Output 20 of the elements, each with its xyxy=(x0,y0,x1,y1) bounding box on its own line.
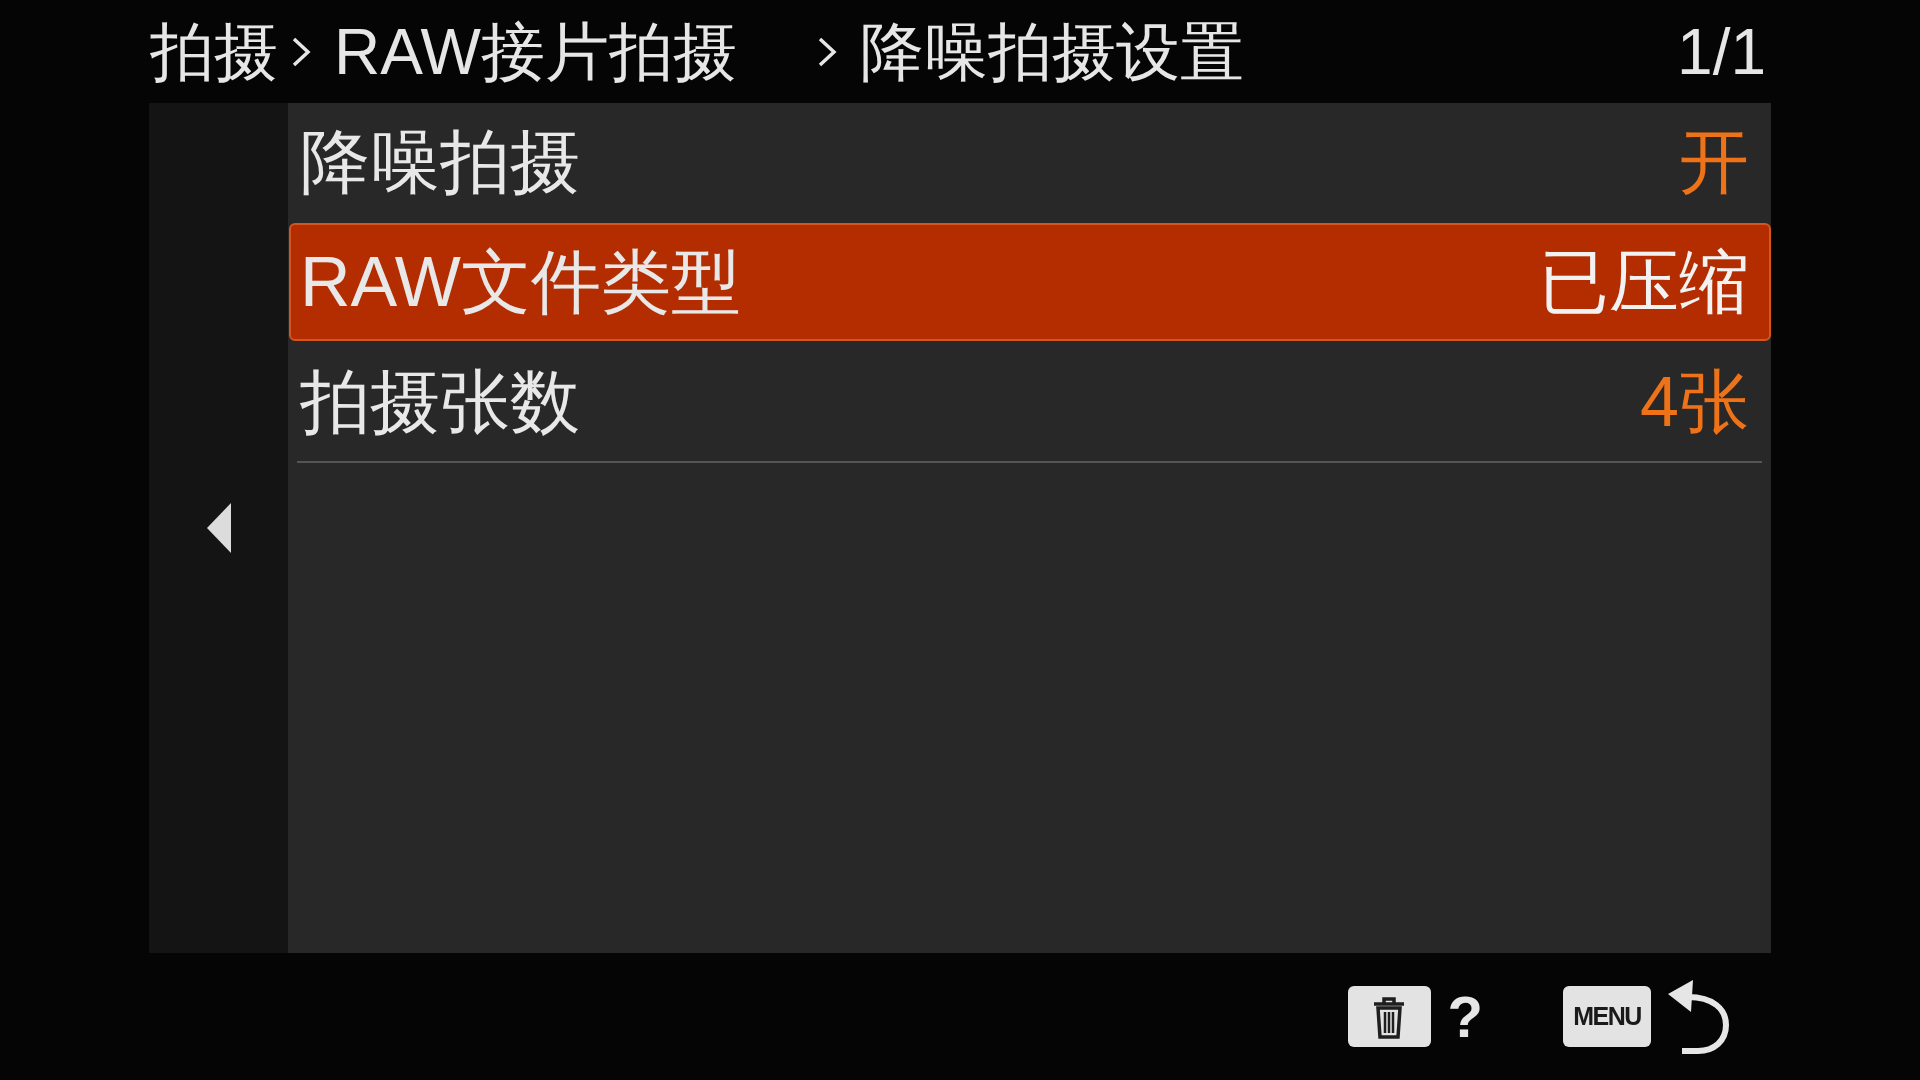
menu-item-value: 4张 xyxy=(1640,367,1749,437)
menu-item-label: 拍摄张数 xyxy=(300,367,580,437)
menu-item-label: 降噪拍摄 xyxy=(300,127,580,197)
breadcrumb-item: RAW接片拍摄 xyxy=(334,19,738,84)
menu-item-value: 已压缩 xyxy=(1539,247,1749,317)
menu-button[interactable]: MENU xyxy=(1563,986,1651,1047)
breadcrumb-item: 拍摄 xyxy=(150,19,278,84)
trash-icon xyxy=(1372,994,1407,1039)
chevron-right-icon xyxy=(816,35,838,68)
breadcrumb-item: 降噪拍摄设置 xyxy=(860,19,1244,84)
menu-item[interactable]: RAW文件类型 已压缩 xyxy=(289,223,1771,341)
page-indicator: 1/1 xyxy=(1677,19,1766,84)
left-arrow-icon xyxy=(206,503,231,553)
menu-item[interactable]: 降噪拍摄 开 xyxy=(289,103,1771,221)
help-symbol: ? xyxy=(1447,987,1483,1046)
menu-item-label: RAW文件类型 xyxy=(300,247,741,317)
menu-item[interactable]: 拍摄张数 4张 xyxy=(289,343,1771,461)
delete-button[interactable] xyxy=(1347,986,1431,1047)
menu-item-value: 开 xyxy=(1679,127,1749,197)
chevron-right-icon xyxy=(290,35,312,68)
